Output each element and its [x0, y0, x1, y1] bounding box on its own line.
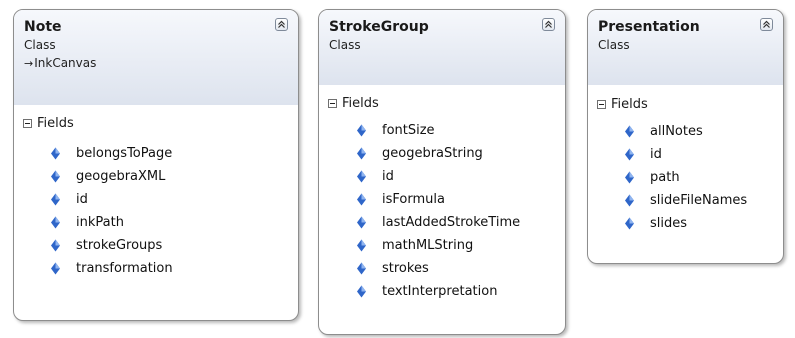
class-box-note[interactable]: Note Class →InkCanvas Fields belongsToPa…: [13, 9, 299, 321]
field-item[interactable]: slideFileNames: [624, 191, 783, 210]
field-list-strokegroup: fontSize geogebraString id isFormula las…: [319, 121, 565, 301]
field-diamond-icon: [357, 216, 366, 229]
field-name: strokeGroups: [76, 238, 163, 253]
field-item[interactable]: strokes: [356, 259, 565, 278]
field-name: transformation: [76, 261, 173, 276]
field-item[interactable]: geogebraString: [356, 144, 565, 163]
minus-box-icon[interactable]: [597, 99, 606, 109]
double-chevron-up-icon[interactable]: [760, 18, 773, 31]
field-diamond-icon: [625, 217, 634, 230]
field-name: fontSize: [382, 123, 435, 138]
field-list-presentation: allNotes id path slideFileNames slides: [588, 122, 783, 233]
field-diamond-icon: [51, 170, 60, 183]
field-name: geogebraXML: [76, 169, 166, 184]
field-item[interactable]: allNotes: [624, 122, 783, 141]
field-item[interactable]: lastAddedStrokeTime: [356, 213, 565, 232]
field-name: textInterpretation: [382, 284, 498, 299]
field-item[interactable]: geogebraXML: [50, 167, 298, 186]
field-diamond-icon: [625, 148, 634, 161]
inheritance-arrow-icon: →: [24, 57, 34, 70]
field-item[interactable]: transformation: [50, 259, 298, 278]
field-diamond-icon: [357, 193, 366, 206]
field-item[interactable]: path: [624, 168, 783, 187]
field-name: slides: [650, 216, 688, 231]
field-name: id: [76, 192, 88, 207]
field-item[interactable]: slides: [624, 214, 783, 233]
section-label: Fields: [342, 95, 379, 111]
field-item[interactable]: isFormula: [356, 190, 565, 209]
field-item[interactable]: belongsToPage: [50, 144, 298, 163]
class-stereotype: Class: [24, 38, 56, 52]
field-name: id: [382, 169, 394, 184]
field-name: mathMLString: [382, 238, 474, 253]
double-chevron-up-icon[interactable]: [275, 18, 288, 31]
field-diamond-icon: [625, 171, 634, 184]
fields-section-header[interactable]: Fields: [319, 91, 565, 115]
section-label: Fields: [37, 115, 74, 131]
field-diamond-icon: [51, 239, 60, 252]
field-name: allNotes: [650, 124, 703, 139]
field-name: geogebraString: [382, 146, 483, 161]
class-name: Presentation: [598, 19, 700, 35]
field-diamond-icon: [357, 124, 366, 137]
field-diamond-icon: [357, 285, 366, 298]
field-item[interactable]: fontSize: [356, 121, 565, 140]
field-name: path: [650, 170, 680, 185]
field-item[interactable]: id: [356, 167, 565, 186]
field-name: inkPath: [76, 215, 124, 230]
class-stereotype: Class: [329, 38, 361, 52]
field-diamond-icon: [357, 170, 366, 183]
class-inheritance: →InkCanvas: [24, 55, 288, 72]
class-name: Note: [24, 19, 62, 35]
fields-section-header[interactable]: Fields: [588, 92, 783, 116]
class-stereotype: Class: [598, 38, 630, 52]
class-box-strokegroup[interactable]: StrokeGroup Class Fields fontSize geogeb…: [318, 9, 566, 335]
class-box-presentation[interactable]: Presentation Class Fields allNotes id pa…: [587, 9, 784, 264]
class-header-presentation: Presentation Class: [588, 10, 783, 85]
field-diamond-icon: [357, 262, 366, 275]
field-diamond-icon: [357, 147, 366, 160]
field-item[interactable]: id: [50, 190, 298, 209]
minus-box-icon[interactable]: [23, 118, 32, 128]
field-name: strokes: [382, 261, 429, 276]
field-item[interactable]: mathMLString: [356, 236, 565, 255]
class-name: StrokeGroup: [329, 19, 429, 35]
field-name: id: [650, 147, 662, 162]
field-item[interactable]: textInterpretation: [356, 282, 565, 301]
base-class-name: InkCanvas: [34, 56, 97, 70]
field-diamond-icon: [51, 262, 60, 275]
field-name: isFormula: [382, 192, 445, 207]
field-item[interactable]: inkPath: [50, 213, 298, 232]
field-list-note: belongsToPage geogebraXML id inkPath str…: [14, 144, 298, 278]
field-diamond-icon: [625, 125, 634, 138]
minus-box-icon[interactable]: [328, 98, 337, 108]
field-item[interactable]: id: [624, 145, 783, 164]
field-name: belongsToPage: [76, 146, 173, 161]
section-label: Fields: [611, 96, 648, 112]
field-diamond-icon: [51, 193, 60, 206]
field-name: slideFileNames: [650, 193, 748, 208]
class-header-note: Note Class →InkCanvas: [14, 10, 298, 105]
field-diamond-icon: [51, 147, 60, 160]
field-item[interactable]: strokeGroups: [50, 236, 298, 255]
double-chevron-up-icon[interactable]: [542, 18, 555, 31]
field-diamond-icon: [51, 216, 60, 229]
fields-section-header[interactable]: Fields: [14, 111, 298, 135]
field-diamond-icon: [625, 194, 634, 207]
field-diamond-icon: [357, 239, 366, 252]
class-header-strokegroup: StrokeGroup Class: [319, 10, 565, 85]
field-name: lastAddedStrokeTime: [382, 215, 521, 230]
